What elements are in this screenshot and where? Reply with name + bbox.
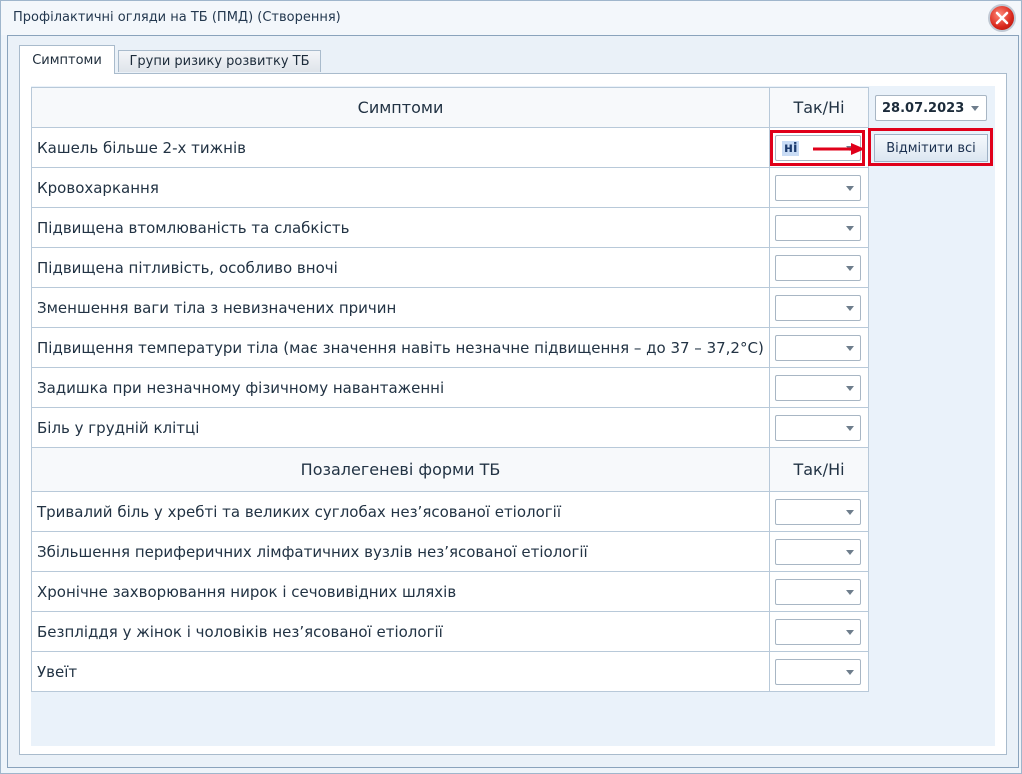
- yes-no-cell: [769, 167, 869, 208]
- yes-no-cell: [769, 247, 869, 288]
- chevron-down-icon: [846, 549, 854, 555]
- chevron-down-icon: [846, 589, 854, 595]
- yes-no-cell: [769, 207, 869, 248]
- chevron-down-icon: [846, 265, 854, 271]
- dialog-window: Профілактичні огляди на ТБ (ПМД) (Створе…: [0, 0, 1022, 774]
- yes-no-select[interactable]: [775, 578, 861, 605]
- yes-no-select[interactable]: [775, 618, 861, 645]
- symptom-label: Збільшення периферичних лімфатичних вузл…: [31, 531, 770, 572]
- symptom-label: Хронічне захворювання нирок і сечовивідн…: [31, 571, 770, 612]
- section-header-row: Симптоми Так/Ні: [31, 87, 869, 128]
- table-row: Кровохаркання: [31, 167, 869, 208]
- yes-no-cell: [769, 491, 869, 532]
- yes-no-select[interactable]: [775, 294, 861, 321]
- symptom-label: Підвищена пітливість, особливо вночі: [31, 247, 770, 288]
- chevron-down-icon: [846, 225, 854, 231]
- section-header: Позалегеневі форми ТБ: [31, 447, 770, 492]
- table-row: Задишка при незначному фізичному наванта…: [31, 367, 869, 408]
- yes-no-select[interactable]: [775, 538, 861, 565]
- chevron-down-icon: [846, 509, 854, 515]
- highlight-box-mark-all: [868, 128, 993, 166]
- yes-no-cell: [769, 327, 869, 368]
- symptom-label: Тривалий біль у хребті та великих суглоб…: [31, 491, 770, 532]
- table-row: Увеїт: [31, 651, 869, 692]
- table-row: Збільшення периферичних лімфатичних вузл…: [31, 531, 869, 572]
- red-arrow-icon: [813, 143, 865, 155]
- chevron-down-icon: [846, 669, 854, 675]
- chevron-down-icon: [846, 305, 854, 311]
- yes-no-cell: [769, 651, 869, 692]
- table-row: Біль у грудній клітці: [31, 407, 869, 448]
- symptom-label: Увеїт: [31, 651, 770, 692]
- symptom-label: Безпліддя у жінок і чоловіків нез’ясован…: [31, 611, 770, 652]
- yes-no-column-header: Так/Ні: [769, 87, 869, 128]
- symptom-label: Кровохаркання: [31, 167, 770, 208]
- yes-no-select[interactable]: [775, 174, 861, 201]
- symptom-label: Задишка при незначному фізичному наванта…: [31, 367, 770, 408]
- table-row: Хронічне захворювання нирок і сечовивідн…: [31, 571, 869, 612]
- symptom-label: Кашель більше 2-х тижнів: [31, 127, 770, 168]
- section-header-row: Позалегеневі форми ТБ Так/Ні: [31, 447, 869, 492]
- yes-no-cell: [769, 367, 869, 408]
- chevron-down-icon: [846, 629, 854, 635]
- tab-symptoms[interactable]: Симптоми: [19, 45, 115, 74]
- chevron-down-icon: [971, 106, 979, 111]
- symptoms-table: Симптоми Так/Ні Кашель більше 2-х тижнів ні…: [31, 87, 869, 692]
- yes-no-cell: [769, 611, 869, 652]
- yes-no-select[interactable]: [775, 214, 861, 241]
- yes-no-select[interactable]: [775, 414, 861, 441]
- close-button[interactable]: [988, 4, 1016, 32]
- window-title: Профілактичні огляди на ТБ (ПМД) (Створе…: [13, 10, 341, 25]
- table-row: Безпліддя у жінок і чоловіків нез’ясован…: [31, 611, 869, 652]
- tab-risk-groups[interactable]: Групи ризику розвитку ТБ: [118, 50, 321, 72]
- yes-no-select[interactable]: [775, 374, 861, 401]
- table-row: Підвищена втомлюваність та слабкість: [31, 207, 869, 248]
- table-row: Кашель більше 2-х тижнів ні: [31, 127, 869, 168]
- chevron-down-icon: [846, 185, 854, 191]
- yes-no-select[interactable]: [775, 498, 861, 525]
- table-row: Тривалий біль у хребті та великих суглоб…: [31, 491, 869, 532]
- yes-no-cell: [769, 407, 869, 448]
- chevron-down-icon: [846, 385, 854, 391]
- symptom-label: Підвищена втомлюваність та слабкість: [31, 207, 770, 248]
- section-header: Симптоми: [31, 87, 770, 128]
- symptom-label: Зменшення ваги тіла з невизначених причи…: [31, 287, 770, 328]
- yes-no-cell: [769, 287, 869, 328]
- symptom-label: Біль у грудній клітці: [31, 407, 770, 448]
- yes-no-cell: [769, 571, 869, 612]
- yes-no-select[interactable]: [775, 658, 861, 685]
- title-bar: Профілактичні огляди на ТБ (ПМД) (Створе…: [1, 1, 1021, 35]
- table-row: Підвищення температури тіла (має значенн…: [31, 327, 869, 368]
- chevron-down-icon: [846, 425, 854, 431]
- yes-no-select[interactable]: [775, 254, 861, 281]
- date-select[interactable]: 28.07.2023: [875, 95, 987, 121]
- table-row: Зменшення ваги тіла з невизначених причи…: [31, 287, 869, 328]
- yes-no-column-header: Так/Ні: [769, 447, 869, 492]
- date-value: 28.07.2023: [882, 101, 965, 116]
- symptom-label: Підвищення температури тіла (має значенн…: [31, 327, 770, 368]
- chevron-down-icon: [846, 345, 854, 351]
- yes-no-cell: [769, 531, 869, 572]
- close-icon: [995, 11, 1009, 25]
- table-row: Підвищена пітливість, особливо вночі: [31, 247, 869, 288]
- yes-no-select[interactable]: [775, 334, 861, 361]
